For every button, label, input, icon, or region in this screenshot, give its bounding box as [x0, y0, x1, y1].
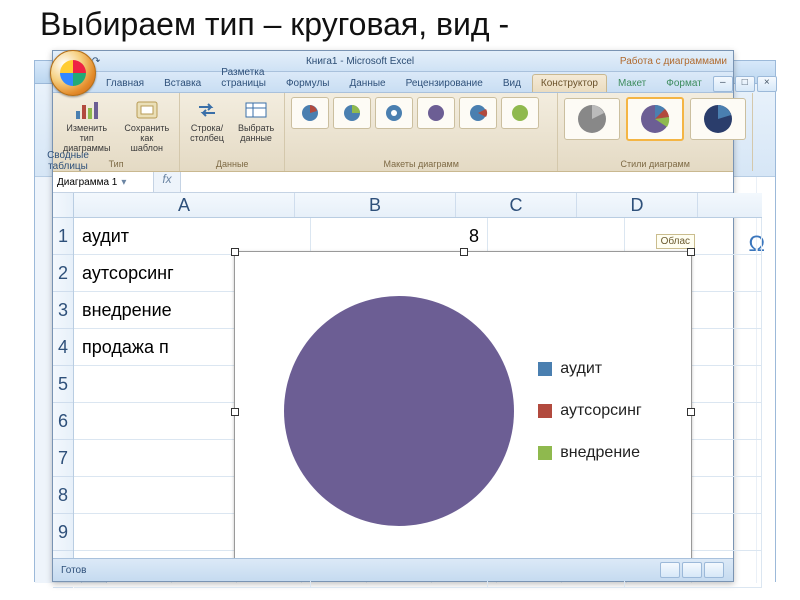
layout-option[interactable]	[417, 97, 455, 129]
row-header[interactable]: 6	[53, 403, 73, 440]
row-header[interactable]: 1	[53, 218, 73, 255]
close-button[interactable]: ×	[757, 76, 777, 92]
column-header[interactable]: C	[456, 193, 577, 217]
ribbon-tabs: Главная Вставка Разметка страницы Формул…	[53, 72, 733, 93]
style-option-dark[interactable]	[690, 98, 746, 140]
legend-swatch-icon	[538, 362, 552, 376]
row-header[interactable]: 8	[53, 477, 73, 514]
tab-format[interactable]: Формат	[657, 74, 711, 92]
maximize-button[interactable]: □	[735, 76, 755, 92]
row-header[interactable]: 9	[53, 514, 73, 551]
pivot-tables-label: Сводные таблицы	[40, 150, 96, 172]
layout-option[interactable]	[501, 97, 539, 129]
row-headers: 1 2 3 4 5 6 7 8 9 10	[53, 193, 74, 561]
chart-legend[interactable]: аудит аутсорсинг внедрение	[538, 360, 641, 462]
row-header[interactable]: 4	[53, 329, 73, 366]
layout-option[interactable]	[333, 97, 371, 129]
column-header[interactable]: B	[295, 193, 456, 217]
select-data-button[interactable]: Выбрать данные	[234, 97, 278, 145]
formula-bar[interactable]	[181, 172, 733, 192]
fx-button[interactable]: fx	[154, 172, 181, 192]
row-header[interactable]: 5	[53, 366, 73, 403]
status-bar: Готов	[53, 558, 733, 581]
row-header[interactable]: 3	[53, 292, 73, 329]
resize-handle[interactable]	[231, 248, 239, 256]
slide-title: Выбираем тип – круговая, вид -	[40, 6, 509, 42]
column-header[interactable]: D	[577, 193, 698, 217]
chart-area-tooltip: Облас	[656, 234, 695, 249]
minimize-button[interactable]: –	[713, 76, 733, 92]
window-title: Книга1 - Microsoft Excel	[306, 56, 414, 67]
tab-data[interactable]: Данные	[340, 74, 394, 92]
tab-chart-layout[interactable]: Макет	[609, 74, 655, 92]
embedded-chart[interactable]: Облас аудит аутсорсинг внедрение	[234, 251, 692, 571]
view-page-break-button[interactable]	[704, 562, 724, 578]
column-headers: A B C D	[74, 193, 762, 218]
tab-page-layout[interactable]: Разметка страницы	[212, 63, 275, 92]
legend-label: аутсорсинг	[560, 402, 641, 420]
resize-handle[interactable]	[687, 408, 695, 416]
ribbon: Изменить тип диаграммы Сохранить как шаб…	[53, 93, 733, 172]
ribbon-group-type: Тип	[109, 159, 124, 169]
resize-handle[interactable]	[231, 408, 239, 416]
style-option-gray[interactable]	[564, 98, 620, 140]
cell-C1[interactable]	[488, 218, 625, 254]
name-box[interactable]: Диаграмма 1▾	[53, 172, 154, 192]
formula-bar-row: Диаграмма 1▾ fx	[53, 172, 733, 193]
view-normal-button[interactable]	[660, 562, 680, 578]
title-bar: 💾 ↶ ↷ Книга1 - Microsoft Excel Работа с …	[53, 51, 733, 72]
chart-tools-context-label: Работа с диаграммами	[620, 56, 727, 67]
tab-review[interactable]: Рецензирование	[397, 74, 492, 92]
save-as-template-button[interactable]: Сохранить как шаблон	[120, 97, 173, 155]
row-header[interactable]: 7	[53, 440, 73, 477]
switch-row-column-button[interactable]: Строка/столбец	[186, 97, 228, 145]
style-option-color[interactable]	[626, 97, 684, 141]
chart-styles-gallery[interactable]	[564, 97, 746, 141]
chart-layouts-gallery[interactable]	[291, 97, 551, 129]
tab-design[interactable]: Конструктор	[532, 74, 607, 92]
layout-option[interactable]	[291, 97, 329, 129]
legend-swatch-icon	[538, 404, 552, 418]
resize-handle[interactable]	[460, 248, 468, 256]
legend-label: аудит	[560, 360, 602, 378]
change-chart-type-button[interactable]: Изменить тип диаграммы	[59, 97, 114, 155]
pie-chart[interactable]	[284, 296, 514, 526]
ribbon-group-data: Данные	[216, 159, 249, 169]
resize-handle[interactable]	[687, 248, 695, 256]
layout-option[interactable]	[375, 97, 413, 129]
view-page-layout-button[interactable]	[682, 562, 702, 578]
excel-window: 💾 ↶ ↷ Книга1 - Microsoft Excel Работа с …	[52, 50, 734, 582]
tab-view[interactable]: Вид	[494, 74, 530, 92]
column-header[interactable]: A	[74, 193, 295, 217]
legend-label: внедрение	[560, 444, 640, 462]
row-header[interactable]: 2	[53, 255, 73, 292]
layout-option[interactable]	[459, 97, 497, 129]
ribbon-group-styles: Стили диаграмм	[621, 159, 690, 169]
cell-A1[interactable]: аудит	[74, 218, 311, 254]
legend-swatch-icon	[538, 446, 552, 460]
ribbon-group-layouts: Макеты диаграмм	[384, 159, 459, 169]
chevron-down-icon[interactable]: ▾	[121, 177, 126, 188]
tab-insert[interactable]: Вставка	[155, 74, 210, 92]
status-text: Готов	[61, 565, 86, 576]
tab-formulas[interactable]: Формулы	[277, 74, 339, 92]
office-button[interactable]	[50, 50, 96, 96]
tab-home[interactable]: Главная	[97, 74, 153, 92]
